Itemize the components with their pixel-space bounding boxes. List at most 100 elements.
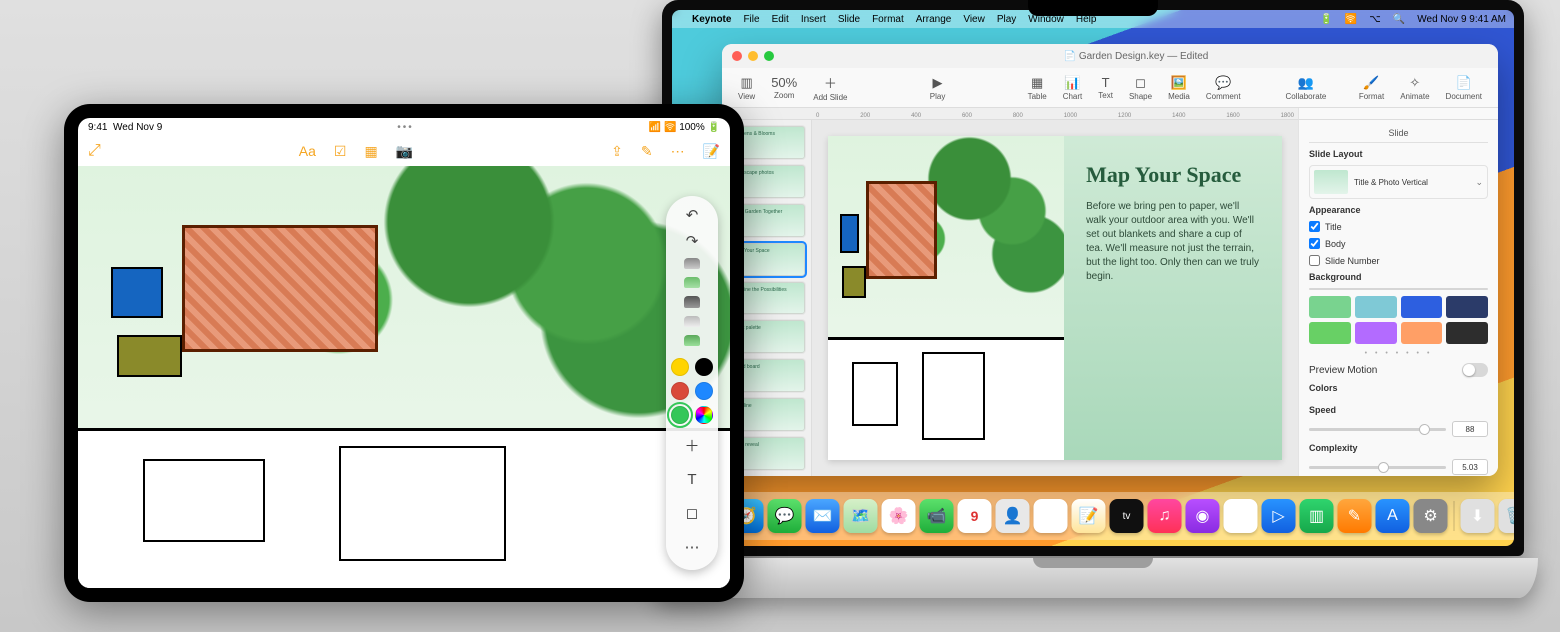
slide-number-checkbox[interactable]: Slide Number: [1309, 255, 1488, 266]
add-slide-button[interactable]: ＋Add Slide: [807, 73, 853, 102]
add-icon[interactable]: ＋: [679, 432, 705, 458]
markup-icon[interactable]: ✎: [641, 143, 653, 160]
speed-value[interactable]: 88: [1452, 421, 1488, 437]
dock-pages-icon[interactable]: ✎: [1338, 499, 1372, 533]
pencil-tool[interactable]: [684, 296, 700, 307]
complexity-value[interactable]: 5.03: [1452, 459, 1488, 475]
wifi-icon[interactable]: 🛜: [1345, 14, 1357, 25]
checklist-icon[interactable]: ☑︎: [334, 143, 347, 160]
menu-insert[interactable]: Insert: [801, 14, 826, 25]
seg-standard[interactable]: Standard: [1310, 289, 1399, 290]
media-button[interactable]: 🖼️Media: [1162, 75, 1196, 101]
text-tool-icon[interactable]: T: [679, 466, 705, 492]
animate-button[interactable]: ✧Animate: [1394, 75, 1435, 101]
bg-swatch-7[interactable]: [1446, 322, 1488, 344]
spotlight-icon[interactable]: 🔍: [1393, 14, 1405, 25]
document-button[interactable]: 📄Document: [1440, 75, 1488, 101]
zoom-button[interactable]: 50%Zoom: [765, 75, 803, 100]
swatch-green[interactable]: [671, 406, 689, 424]
swatch-picker[interactable]: [695, 406, 713, 424]
current-slide[interactable]: Map Your Space Before we bring pen to pa…: [828, 136, 1282, 460]
menu-play[interactable]: Play: [997, 14, 1016, 25]
menu-arrange[interactable]: Arrange: [916, 14, 952, 25]
dock-music-icon[interactable]: ♫: [1148, 499, 1182, 533]
play-button[interactable]: ▶Play: [924, 75, 952, 101]
menubar-clock[interactable]: Wed Nov 9 9:41 AM: [1417, 14, 1506, 25]
bg-swatch-2[interactable]: [1401, 296, 1443, 318]
swatch-yellow[interactable]: [671, 358, 689, 376]
bg-swatch-0[interactable]: [1309, 296, 1351, 318]
dock-downloads-icon[interactable]: ⬇︎: [1461, 499, 1495, 533]
background-segmented[interactable]: Standard Dynamic: [1309, 288, 1488, 290]
zoom-window-icon[interactable]: [764, 51, 774, 61]
dock-contacts-icon[interactable]: 👤: [996, 499, 1030, 533]
comment-button[interactable]: 💬Comment: [1200, 75, 1247, 101]
menu-view[interactable]: View: [963, 14, 985, 25]
exit-fullscreen-icon[interactable]: ⤢: [88, 142, 101, 160]
format-button[interactable]: 🖌️Format: [1353, 75, 1390, 101]
shapes-icon[interactable]: ◻︎: [679, 500, 705, 526]
view-button[interactable]: ▥View: [732, 75, 761, 101]
bg-swatch-5[interactable]: [1355, 322, 1397, 344]
menu-format[interactable]: Format: [872, 14, 904, 25]
redo-icon[interactable]: ↷: [679, 232, 705, 250]
control-center-icon[interactable]: ⌥: [1369, 14, 1381, 25]
dock-facetime-icon[interactable]: 📹: [920, 499, 954, 533]
dock-notes-icon[interactable]: 📝: [1072, 499, 1106, 533]
dock-podcasts-icon[interactable]: ◉: [1186, 499, 1220, 533]
table-icon[interactable]: ▦: [364, 143, 377, 160]
battery-icon[interactable]: 🔋: [1320, 14, 1332, 25]
close-window-icon[interactable]: [732, 51, 742, 61]
crayon-tool[interactable]: [684, 335, 700, 346]
dock-mail-icon[interactable]: ✉️: [806, 499, 840, 533]
dock-photos-icon[interactable]: 🌸: [882, 499, 916, 533]
more-icon[interactable]: ⋯: [671, 143, 685, 160]
shape-button[interactable]: ◻︎Shape: [1123, 75, 1158, 101]
dock-numbers-icon[interactable]: ▥: [1300, 499, 1334, 533]
table-button[interactable]: ▦Table: [1022, 75, 1053, 101]
collaborate-button[interactable]: 👥Collaborate: [1279, 75, 1332, 101]
text-button[interactable]: TText: [1092, 75, 1119, 100]
menu-edit[interactable]: Edit: [772, 14, 789, 25]
camera-icon[interactable]: 📷: [396, 143, 413, 160]
slide-heading[interactable]: Map Your Space: [1086, 162, 1260, 188]
bg-swatch-1[interactable]: [1355, 296, 1397, 318]
swatch-blue[interactable]: [695, 382, 713, 400]
text-style-icon[interactable]: Aa: [299, 143, 316, 159]
speed-slider[interactable]: [1309, 428, 1446, 431]
body-checkbox[interactable]: Body: [1309, 238, 1488, 249]
bg-swatch-4[interactable]: [1309, 322, 1351, 344]
preview-motion-toggle[interactable]: [1462, 363, 1488, 377]
dock-news-icon[interactable]: N: [1224, 499, 1258, 533]
seg-dynamic[interactable]: Dynamic: [1399, 289, 1488, 290]
dock-maps-icon[interactable]: 🗺️: [844, 499, 878, 533]
dock-keynote-icon[interactable]: ▷: [1262, 499, 1296, 533]
title-checkbox[interactable]: Title: [1309, 221, 1488, 232]
dock-tv-icon[interactable]: tv: [1110, 499, 1144, 533]
complexity-slider[interactable]: [1309, 466, 1446, 469]
window-titlebar[interactable]: 📄 Garden Design.key — Edited: [722, 44, 1498, 68]
share-icon[interactable]: ⇪: [611, 143, 623, 160]
dock-appstore-icon[interactable]: A: [1376, 499, 1410, 533]
menu-file[interactable]: File: [743, 14, 759, 25]
minimize-window-icon[interactable]: [748, 51, 758, 61]
bg-swatch-3[interactable]: [1446, 296, 1488, 318]
palette-more-icon[interactable]: ⋯: [679, 534, 705, 560]
multitask-dots[interactable]: •••: [397, 122, 414, 133]
chart-button[interactable]: 📊Chart: [1057, 75, 1089, 101]
slide-layout-picker[interactable]: Title & Photo Vertical ⌄: [1309, 165, 1488, 199]
notes-canvas[interactable]: ↶ ↷ ＋ T ◻︎ ⋯: [78, 166, 730, 588]
pen-tool[interactable]: [684, 258, 700, 269]
slide-body[interactable]: Before we bring pen to paper, we'll walk…: [1086, 200, 1260, 284]
swatch-red[interactable]: [671, 382, 689, 400]
dock-settings-icon[interactable]: ⚙︎: [1414, 499, 1448, 533]
menu-slide[interactable]: Slide: [838, 14, 860, 25]
swatch-black[interactable]: [695, 358, 713, 376]
eraser-tool[interactable]: [684, 316, 700, 327]
swatch-page-dots[interactable]: • • • • • • •: [1309, 350, 1488, 357]
dock-calendar-icon[interactable]: 9: [958, 499, 992, 533]
dock-messages-icon[interactable]: 💬: [768, 499, 802, 533]
dock-reminders-icon[interactable]: ≣: [1034, 499, 1068, 533]
bg-swatch-6[interactable]: [1401, 322, 1443, 344]
inspector-tab-slide[interactable]: Slide: [1309, 128, 1488, 143]
